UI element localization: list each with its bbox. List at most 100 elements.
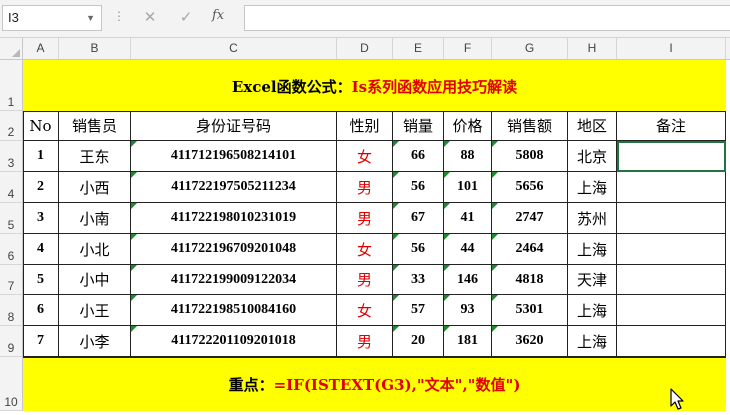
cell-id-number[interactable]: 411722198010231019 [131,203,337,234]
cell-id-number[interactable]: 411722199009122034 [131,265,337,295]
cell-gender[interactable]: 男 [337,203,393,234]
cell-quantity[interactable]: 20 [393,326,444,357]
cell-salesperson[interactable]: 小北 [59,234,131,265]
cell-gender[interactable]: 女 [337,234,393,265]
note-banner[interactable]: 重点： =IF(ISTEXT(G3),"文本","数值") [23,357,726,411]
cell-remark[interactable] [617,172,726,203]
cell-gender[interactable]: 男 [337,265,393,295]
cell-amount[interactable]: 3620 [492,326,568,357]
column-header-g[interactable]: G [492,38,568,59]
insert-function-icon[interactable]: fx [212,8,224,23]
cell-amount[interactable]: 2747 [492,203,568,234]
cell-price[interactable]: 181 [444,326,492,357]
enter-icon[interactable]: ✓ [176,8,196,28]
cell-no[interactable]: 6 [23,295,59,326]
cell-price[interactable]: 146 [444,265,492,295]
header-cell-quantity[interactable]: 销量 [393,111,444,141]
row-header-2[interactable]: 2 [0,111,23,141]
cell-remark[interactable] [617,295,726,326]
row-header-4[interactable]: 4 [0,172,23,203]
cell-no[interactable]: 7 [23,326,59,357]
cell-gender[interactable]: 男 [337,326,393,357]
row-header-1[interactable]: 1 [0,60,23,111]
name-box[interactable]: I3 ▼ [2,5,102,31]
header-cell-remark[interactable]: 备注 [617,111,726,141]
cell-id-number[interactable]: 411722198510084160 [131,295,337,326]
cell-region[interactable]: 上海 [568,234,617,265]
cell-remark[interactable] [617,203,726,234]
cell-price[interactable]: 88 [444,141,492,172]
header-cell-salesperson[interactable]: 销售员 [59,111,131,141]
row-header-6[interactable]: 6 [0,234,23,265]
cell-region[interactable]: 上海 [568,326,617,357]
column-header-f[interactable]: F [444,38,492,59]
cell-region[interactable]: 天津 [568,265,617,295]
column-header-a[interactable]: A [23,38,59,59]
row-header-10[interactable]: 10 [0,357,23,411]
cell-salesperson[interactable]: 小李 [59,326,131,357]
formula-input[interactable] [244,5,730,31]
cell-quantity[interactable]: 67 [393,203,444,234]
column-header-h[interactable]: H [568,38,617,59]
row-header-9[interactable]: 9 [0,326,23,357]
cell-remark[interactable] [617,141,726,172]
column-header-b[interactable]: B [59,38,131,59]
cell-region[interactable]: 苏州 [568,203,617,234]
column-header-e[interactable]: E [393,38,444,59]
cell-remark[interactable] [617,326,726,357]
header-cell-price[interactable]: 价格 [444,111,492,141]
cell-region[interactable]: 上海 [568,295,617,326]
cell-quantity[interactable]: 66 [393,141,444,172]
cell-remark[interactable] [617,234,726,265]
cell-no[interactable]: 3 [23,203,59,234]
cell-price[interactable]: 41 [444,203,492,234]
cell-gender[interactable]: 女 [337,295,393,326]
cell-amount[interactable]: 5656 [492,172,568,203]
cell-no[interactable]: 2 [23,172,59,203]
cell-remark[interactable] [617,265,726,295]
cancel-icon[interactable]: ✕ [140,8,160,28]
cell-id-number[interactable]: 411722201109201018 [131,326,337,357]
cell-salesperson[interactable]: 小西 [59,172,131,203]
cell-quantity[interactable]: 33 [393,265,444,295]
cell-amount[interactable]: 2464 [492,234,568,265]
select-all-corner[interactable] [0,38,23,59]
cell-region[interactable]: 北京 [568,141,617,172]
cell-quantity[interactable]: 56 [393,172,444,203]
chevron-down-icon[interactable]: ▼ [86,6,95,30]
row-header-7[interactable]: 7 [0,265,23,295]
cell-id-number[interactable]: 411712196508214101 [131,141,337,172]
cell-no[interactable]: 1 [23,141,59,172]
row-header-3[interactable]: 3 [0,141,23,172]
cell-salesperson[interactable]: 王东 [59,141,131,172]
header-cell-amount[interactable]: 销售额 [492,111,568,141]
cell-quantity[interactable]: 56 [393,234,444,265]
cell-amount[interactable]: 5301 [492,295,568,326]
cell-amount[interactable]: 5808 [492,141,568,172]
cell-gender[interactable]: 女 [337,141,393,172]
header-cell-id-number[interactable]: 身份证号码 [131,111,337,141]
cell-salesperson[interactable]: 小王 [59,295,131,326]
column-header-c[interactable]: C [131,38,337,59]
cell-salesperson[interactable]: 小中 [59,265,131,295]
header-cell-region[interactable]: 地区 [568,111,617,141]
cell-gender[interactable]: 男 [337,172,393,203]
cell-region[interactable]: 上海 [568,172,617,203]
drag-handle-icon[interactable]: ⋮ [113,9,125,23]
cell-price[interactable]: 93 [444,295,492,326]
cell-price[interactable]: 101 [444,172,492,203]
cell-no[interactable]: 4 [23,234,59,265]
title-banner[interactable]: Excel函数公式： Is系列函数应用技巧解读 [23,60,726,112]
cell-price[interactable]: 44 [444,234,492,265]
cell-amount[interactable]: 4818 [492,265,568,295]
cell-no[interactable]: 5 [23,265,59,295]
cell-quantity[interactable]: 57 [393,295,444,326]
cell-id-number[interactable]: 411722196709201048 [131,234,337,265]
column-header-d[interactable]: D [337,38,393,59]
header-cell-no[interactable]: No [23,111,59,141]
column-header-i[interactable]: I [617,38,726,59]
cell-salesperson[interactable]: 小南 [59,203,131,234]
row-header-5[interactable]: 5 [0,203,23,234]
row-header-8[interactable]: 8 [0,295,23,326]
cell-id-number[interactable]: 411722197505211234 [131,172,337,203]
